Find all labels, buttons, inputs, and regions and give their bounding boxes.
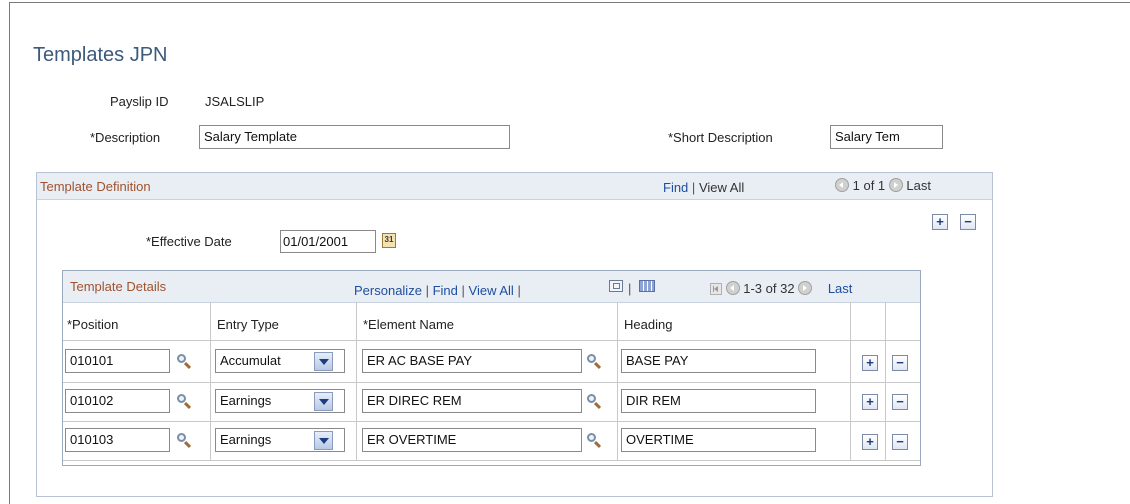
last-link[interactable]: Last bbox=[828, 281, 853, 296]
column-header-element-name: *Element Name bbox=[363, 317, 455, 332]
element-name-input[interactable]: ER OVERTIME bbox=[362, 428, 582, 452]
add-row-icon[interactable]: + bbox=[862, 355, 878, 371]
grid-line bbox=[617, 302, 618, 460]
template-details-title: Template Details bbox=[70, 279, 167, 294]
chevron-down-icon[interactable] bbox=[314, 352, 333, 371]
grid-line bbox=[210, 302, 211, 460]
effective-date-label: *Effective Date bbox=[146, 234, 232, 249]
position-lookup-icon[interactable] bbox=[176, 353, 192, 369]
template-details-toolbar: Personalize | Find | View All | bbox=[354, 283, 521, 298]
description-label: *Description bbox=[90, 130, 161, 145]
new-window-icon[interactable] bbox=[609, 280, 623, 292]
find-link[interactable]: Find bbox=[663, 180, 688, 195]
last-link[interactable]: Last bbox=[906, 178, 931, 193]
delete-row-icon[interactable]: − bbox=[892, 355, 908, 371]
effective-date-input[interactable]: 01/01/2001 bbox=[280, 230, 376, 253]
chevron-down-icon[interactable] bbox=[314, 431, 333, 450]
column-header-entry-type: Entry Type bbox=[217, 317, 279, 332]
column-header-heading: Heading bbox=[624, 317, 673, 332]
find-link[interactable]: Find bbox=[433, 283, 458, 298]
heading-input[interactable]: BASE PAY bbox=[621, 349, 816, 373]
next-icon[interactable] bbox=[798, 281, 813, 295]
add-row-icon[interactable]: + bbox=[862, 394, 878, 410]
calendar-icon[interactable]: 31 bbox=[382, 233, 396, 248]
previous-icon[interactable] bbox=[835, 178, 849, 192]
separator: | bbox=[517, 283, 521, 298]
payslip-id-value: JSALSLIP bbox=[205, 94, 265, 109]
separator: | bbox=[425, 283, 429, 298]
separator: | bbox=[461, 283, 465, 298]
element-name-lookup-icon[interactable] bbox=[586, 432, 602, 448]
view-all-link[interactable]: View All bbox=[469, 283, 514, 298]
position-input[interactable]: 010101 bbox=[65, 349, 170, 373]
row-counter: 1-3 of 32 bbox=[743, 281, 795, 296]
grid-line bbox=[850, 302, 851, 460]
grid-line bbox=[63, 382, 920, 383]
position-input[interactable]: 010102 bbox=[65, 389, 170, 413]
heading-input[interactable]: OVERTIME bbox=[621, 428, 816, 452]
delete-row-icon[interactable]: − bbox=[892, 394, 908, 410]
grid-line bbox=[885, 302, 886, 460]
position-input[interactable]: 010103 bbox=[65, 428, 170, 452]
template-definition-nav: Find | View All bbox=[663, 180, 744, 195]
template-definition-title: Template Definition bbox=[40, 179, 151, 194]
delete-row-icon[interactable]: − bbox=[960, 214, 976, 230]
next-icon[interactable] bbox=[888, 178, 903, 192]
view-all-link[interactable]: View All bbox=[699, 180, 744, 195]
column-header-position: *Position bbox=[67, 317, 119, 332]
grid-line bbox=[63, 340, 920, 341]
chevron-down-icon[interactable] bbox=[314, 392, 333, 411]
download-grid-icon[interactable] bbox=[639, 280, 655, 292]
row-counter: 1 of 1 bbox=[852, 178, 886, 193]
position-lookup-icon[interactable] bbox=[176, 393, 192, 409]
position-lookup-icon[interactable] bbox=[176, 432, 192, 448]
payslip-id-label: Payslip ID bbox=[110, 94, 169, 109]
add-row-icon[interactable]: + bbox=[932, 214, 948, 230]
grid-line bbox=[63, 421, 920, 422]
element-name-lookup-icon[interactable] bbox=[586, 353, 602, 369]
separator: | bbox=[628, 281, 632, 296]
personalize-link[interactable]: Personalize bbox=[354, 283, 422, 298]
first-icon[interactable] bbox=[710, 283, 722, 295]
description-input[interactable]: Salary Template bbox=[199, 125, 510, 149]
element-name-lookup-icon[interactable] bbox=[586, 393, 602, 409]
element-name-input[interactable]: ER DIREC REM bbox=[362, 389, 582, 413]
separator: | bbox=[691, 180, 696, 195]
short-description-label: *Short Description bbox=[668, 130, 773, 145]
delete-row-icon[interactable]: − bbox=[892, 434, 908, 450]
template-definition-pager: 1 of 1 Last bbox=[835, 178, 931, 193]
page-title: Templates JPN bbox=[33, 44, 168, 66]
grid-line bbox=[356, 302, 357, 460]
short-description-input[interactable]: Salary Tem bbox=[830, 125, 943, 149]
grid-line bbox=[63, 460, 920, 461]
element-name-input[interactable]: ER AC BASE PAY bbox=[362, 349, 582, 373]
add-row-icon[interactable]: + bbox=[862, 434, 878, 450]
previous-icon[interactable] bbox=[725, 281, 740, 295]
template-details-pager: 1-3 of 32 Last bbox=[710, 281, 852, 296]
heading-input[interactable]: DIR REM bbox=[621, 389, 816, 413]
